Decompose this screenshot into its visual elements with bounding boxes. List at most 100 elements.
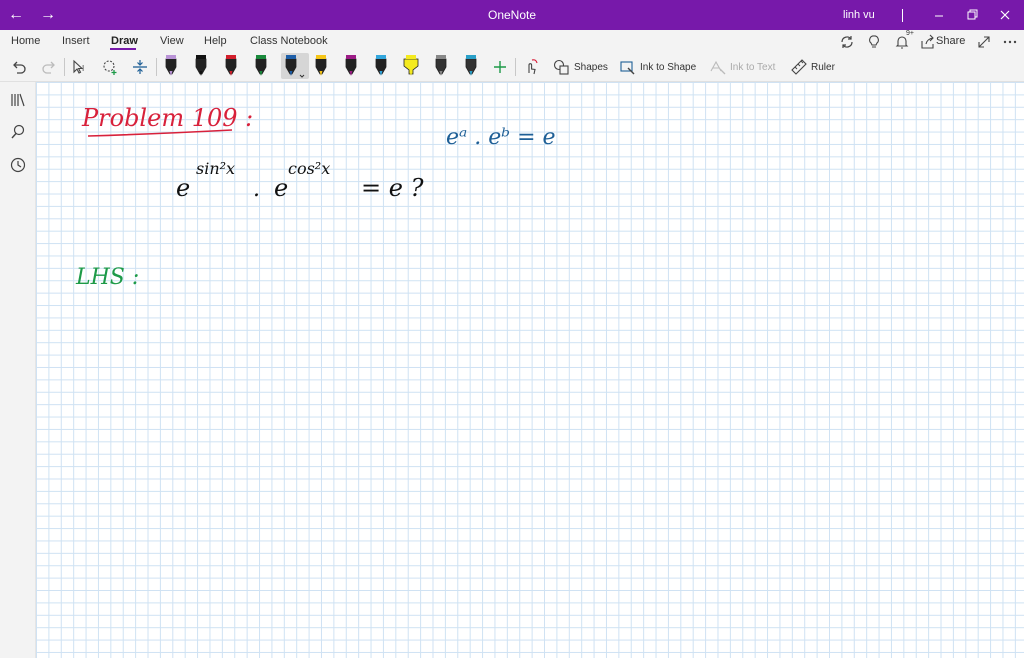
pen-5-pen[interactable] (281, 53, 309, 79)
add-pen-button[interactable] (490, 57, 510, 77)
redo-button[interactable] (39, 57, 59, 77)
pen-icon (165, 55, 177, 76)
lightbulb-icon (869, 35, 879, 48)
tab-insert[interactable]: Insert (62, 35, 90, 47)
ink-to-shape-button[interactable] (618, 57, 638, 77)
plus-icon (494, 61, 506, 73)
pen-1-pen[interactable] (161, 53, 181, 79)
svg-text:I: I (82, 64, 84, 73)
ink-dot: . (253, 177, 260, 202)
pen-4-pen[interactable] (251, 53, 271, 79)
type-select-button[interactable]: I (70, 57, 90, 77)
ink-to-text-icon (710, 60, 726, 75)
ribbon-separator (64, 58, 65, 76)
ink-base-2: e (274, 174, 288, 202)
pen-2-pen[interactable] (191, 53, 211, 79)
ink-base-1: e (176, 174, 190, 202)
pen-icon (225, 55, 237, 76)
draw-ribbon: I Shapes Ink to Shape Ink to Text Ruler (0, 52, 1024, 82)
ink-to-shape-label[interactable]: Ink to Shape (640, 62, 696, 73)
pencil-icon (435, 55, 447, 76)
restore-button[interactable] (963, 6, 981, 24)
navigation-rail (0, 82, 36, 658)
share-label[interactable]: Share (936, 35, 965, 47)
active-tab-indicator (110, 48, 136, 50)
search-button[interactable] (9, 123, 27, 141)
add-space-icon (103, 60, 117, 75)
pen-icon (345, 55, 357, 76)
tab-class-notebook[interactable]: Class Notebook (250, 35, 328, 47)
pen-3-pen[interactable] (221, 53, 241, 79)
minimize-button[interactable] (930, 6, 948, 24)
title-separator (902, 9, 903, 22)
notebooks-button[interactable] (9, 91, 27, 109)
ribbon-tabs: Home Insert Draw View Help Class Noteboo… (0, 30, 1024, 52)
more-icon (1003, 40, 1017, 44)
shapes-label[interactable]: Shapes (574, 62, 608, 73)
close-button[interactable] (996, 6, 1014, 24)
tab-help[interactable]: Help (204, 35, 227, 47)
sync-icon (841, 36, 853, 48)
shapes-icon (553, 59, 569, 75)
tell-me-button[interactable] (865, 33, 883, 51)
ink-exponent-2: cos²x (288, 159, 330, 178)
title-bar: ← → OneNote linh vu (0, 0, 1024, 30)
ink-to-text-button[interactable] (708, 57, 728, 77)
restore-icon (967, 9, 978, 20)
ink-equals-part: = e ? (361, 174, 424, 202)
pen-icon (195, 55, 207, 76)
ink-lhs-label: LHS : (75, 265, 139, 290)
ink-problem-heading: Problem 109 : (81, 104, 253, 132)
close-icon (1000, 10, 1010, 20)
pen-10-pencil[interactable] (431, 53, 451, 79)
clock-icon (10, 157, 26, 173)
ribbon-separator (515, 58, 516, 76)
recent-notes-button[interactable] (9, 156, 27, 174)
undo-icon (13, 61, 26, 74)
pen-11-pencil[interactable] (461, 53, 481, 79)
pen-7-pen[interactable] (341, 53, 361, 79)
sync-button[interactable] (838, 33, 856, 51)
pen-icon (375, 55, 387, 76)
ruler-label[interactable]: Ruler (811, 62, 835, 73)
share-icon (921, 34, 934, 49)
lasso-select-button[interactable] (100, 57, 120, 77)
touch-draw-icon (528, 59, 538, 75)
tab-home[interactable]: Home (11, 35, 40, 47)
minimize-icon (935, 15, 943, 17)
ink-layer: Problem 109 : eᵃ . eᵇ = e e sin²x . e co… (75, 104, 556, 290)
ink-identity: eᵃ . eᵇ = e (446, 125, 556, 150)
user-name[interactable]: linh vu (843, 9, 875, 21)
tab-view[interactable]: View (160, 35, 184, 47)
lasso-select-icon: I (73, 59, 84, 74)
ink-to-text-label[interactable]: Ink to Text (730, 62, 775, 73)
pen-9-highlighter[interactable] (401, 53, 421, 79)
pen-icon (315, 55, 327, 76)
notification-count: 9+ (906, 30, 914, 37)
notifications-button[interactable]: 9+ (893, 30, 914, 51)
expand-button[interactable] (975, 33, 993, 51)
insert-space-icon (133, 60, 147, 74)
ink-exponent-1: sin²x (196, 159, 235, 178)
shapes-button[interactable] (551, 57, 571, 77)
ruler-icon (791, 59, 807, 75)
note-canvas[interactable]: Problem 109 : eᵃ . eᵇ = e e sin²x . e co… (36, 82, 1024, 658)
more-options-button[interactable] (1001, 33, 1019, 51)
tab-draw[interactable]: Draw (111, 35, 138, 47)
ruler-button[interactable] (789, 57, 809, 77)
pencil-icon (465, 55, 477, 76)
highlighter-icon (403, 55, 419, 76)
redo-icon (42, 61, 55, 74)
share-button[interactable] (919, 33, 937, 51)
ribbon-separator (156, 58, 157, 76)
pen-8-pen[interactable] (371, 53, 391, 79)
notebooks-icon (11, 93, 25, 107)
expand-icon (978, 36, 990, 48)
search-icon (11, 124, 25, 139)
draw-with-touch-button[interactable] (521, 57, 541, 77)
pen-icon (255, 55, 267, 76)
ink-to-shape-icon (620, 61, 635, 75)
pen-6-pen[interactable] (311, 53, 331, 79)
insert-space-button[interactable] (130, 57, 150, 77)
undo-button[interactable] (9, 57, 29, 77)
